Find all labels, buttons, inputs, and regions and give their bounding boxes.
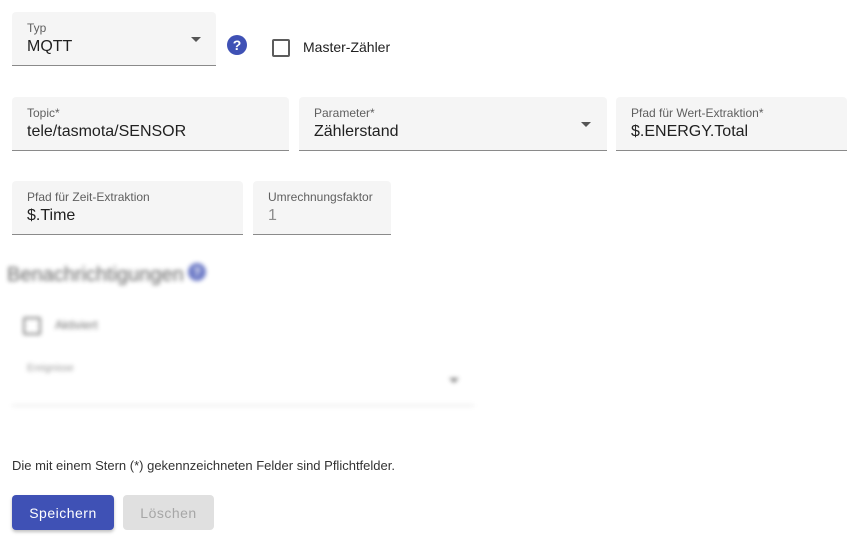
- conversion-factor-field[interactable]: Umrechnungsfaktor 1: [253, 181, 391, 235]
- notifications-heading: Benachrichtigungen: [7, 264, 184, 286]
- value-path-label: Pfad für Wert-Extraktion*: [631, 106, 764, 120]
- type-label: Typ: [27, 21, 47, 35]
- value-path-field[interactable]: Pfad für Wert-Extraktion* $.ENERGY.Total: [616, 97, 847, 151]
- master-counter-checkbox[interactable]: [272, 39, 290, 57]
- chevron-down-icon: [191, 37, 201, 42]
- conversion-factor-value: 1: [268, 207, 277, 224]
- parameter-label: Parameter*: [314, 106, 375, 120]
- help-icon[interactable]: ?: [188, 263, 206, 281]
- parameter-select[interactable]: Parameter* Zählerstand: [299, 97, 607, 151]
- events-underline: [12, 405, 474, 406]
- time-path-field[interactable]: Pfad für Zeit-Extraktion $.Time: [12, 181, 243, 235]
- required-fields-note: Die mit einem Stern (*) gekennzeichneten…: [12, 458, 395, 473]
- chevron-down-icon: [581, 122, 591, 127]
- master-counter-label: Master-Zähler: [303, 39, 391, 55]
- chevron-down-icon: [449, 378, 459, 383]
- topic-label: Topic*: [27, 106, 60, 120]
- conversion-factor-label: Umrechnungsfaktor: [268, 190, 373, 204]
- save-button[interactable]: Speichern: [12, 495, 114, 530]
- delete-button[interactable]: Löschen: [123, 495, 214, 530]
- value-path-value: $.ENERGY.Total: [631, 123, 749, 140]
- events-label: Ereignisse: [27, 363, 74, 374]
- topic-value: tele/tasmota/SENSOR: [27, 123, 187, 140]
- time-path-value: $.Time: [27, 207, 76, 224]
- parameter-value: Zählerstand: [314, 123, 399, 140]
- type-select[interactable]: Typ MQTT: [12, 12, 216, 66]
- help-icon[interactable]: ?: [227, 35, 247, 55]
- notifications-enabled-label: Aktiviert: [55, 318, 98, 332]
- time-path-label: Pfad für Zeit-Extraktion: [27, 190, 150, 204]
- topic-field[interactable]: Topic* tele/tasmota/SENSOR: [12, 97, 289, 151]
- type-value: MQTT: [27, 38, 73, 55]
- notifications-enabled-checkbox[interactable]: [23, 317, 41, 335]
